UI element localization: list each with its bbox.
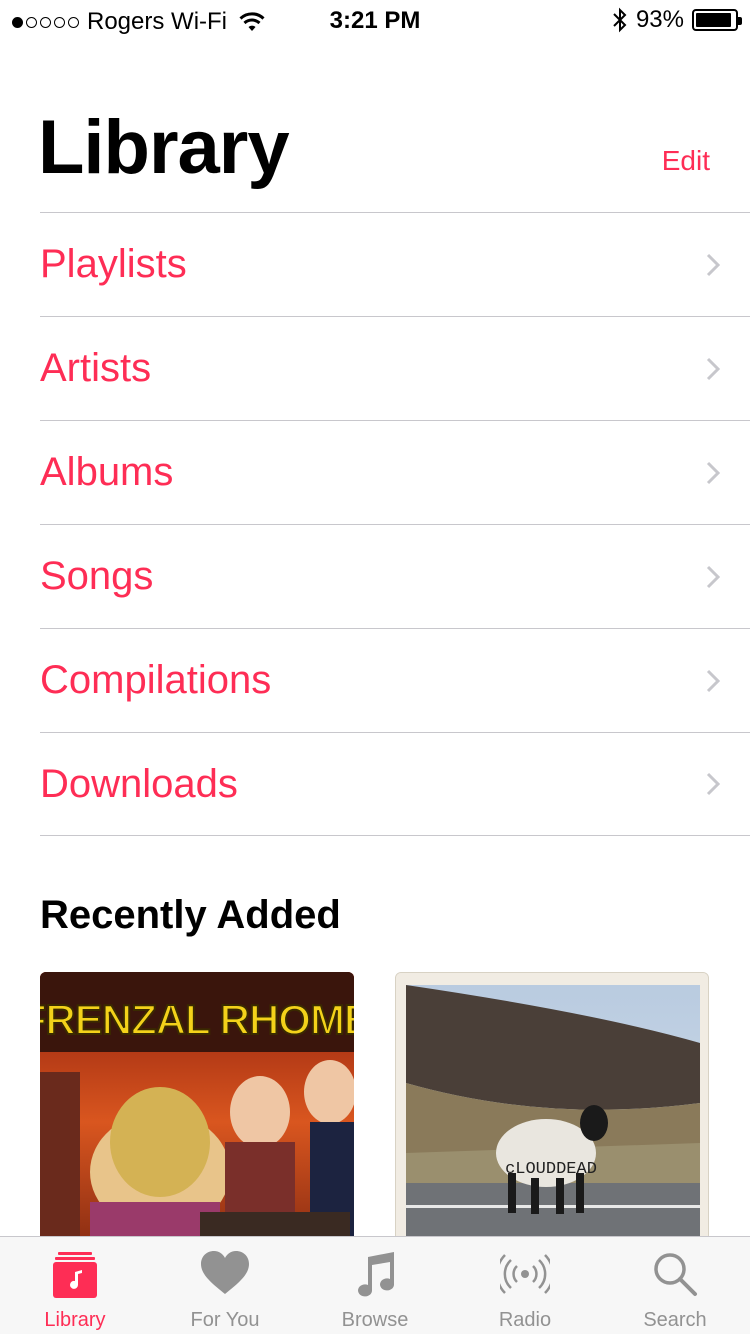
menu-item-artists[interactable]: Artists xyxy=(40,316,750,420)
tab-search[interactable]: Search xyxy=(600,1237,750,1334)
heart-icon xyxy=(201,1251,249,1294)
tab-library[interactable]: Library xyxy=(0,1237,150,1334)
library-menu: Playlists Artists Albums Songs Compilati… xyxy=(40,212,750,836)
menu-item-downloads[interactable]: Downloads xyxy=(40,732,750,836)
recently-added-albums: FRENZAL RHOMB xyxy=(40,972,709,1272)
battery-percent: 93% xyxy=(635,6,684,33)
album-art-frenzal-rhomb: FRENZAL RHOMB xyxy=(40,972,354,1272)
status-bar: Rogers Wi-Fi 3:21 PM 93% xyxy=(0,0,750,40)
tab-label: Radio xyxy=(498,1309,552,1331)
chevron-right-icon xyxy=(706,357,720,380)
edit-button[interactable]: Edit xyxy=(662,145,710,177)
menu-item-compilations[interactable]: Compilations xyxy=(40,628,750,732)
radio-icon xyxy=(500,1254,550,1294)
status-right: 93% xyxy=(612,6,742,34)
tab-label: Search xyxy=(643,1309,707,1331)
tab-label: Library xyxy=(44,1309,106,1331)
album-art-text: FRENZAL RHOMB xyxy=(40,996,354,1043)
tab-browse[interactable]: Browse xyxy=(300,1237,450,1334)
tab-label: For You xyxy=(190,1309,260,1331)
album-art-clouddead: cLOUDDEAD xyxy=(396,973,708,1271)
music-note-icon xyxy=(358,1252,395,1297)
menu-item-label: Playlists xyxy=(40,242,187,286)
library-icon xyxy=(53,1252,97,1298)
chevron-right-icon xyxy=(706,772,720,796)
menu-item-songs[interactable]: Songs xyxy=(40,524,750,628)
album-cover-frenzal-rhomb[interactable]: FRENZAL RHOMB xyxy=(40,972,354,1272)
menu-item-label: Compilations xyxy=(40,658,272,702)
menu-item-albums[interactable]: Albums xyxy=(40,420,750,524)
chevron-right-icon xyxy=(706,565,720,588)
tab-for-you[interactable]: For You xyxy=(150,1237,300,1334)
tab-bar: Library For You Browse Radio Search xyxy=(0,1236,750,1334)
section-title-recently-added: Recently Added xyxy=(40,893,341,937)
album-art-text: cLOUDDEAD xyxy=(505,1160,597,1179)
menu-item-label: Downloads xyxy=(40,761,238,806)
chevron-right-icon xyxy=(706,669,720,692)
album-cover-clouddead[interactable]: cLOUDDEAD xyxy=(395,972,709,1272)
battery-fill xyxy=(696,13,732,27)
bluetooth-icon xyxy=(613,7,627,33)
menu-item-label: Songs xyxy=(40,554,154,598)
menu-item-label: Artists xyxy=(40,346,152,390)
chevron-right-icon xyxy=(706,253,720,276)
chevron-right-icon xyxy=(706,461,720,484)
tab-radio[interactable]: Radio xyxy=(450,1237,600,1334)
battery-icon xyxy=(692,9,742,31)
search-icon xyxy=(654,1253,697,1296)
menu-item-label: Albums xyxy=(40,450,174,494)
page-title: Library xyxy=(38,105,290,190)
menu-item-playlists[interactable]: Playlists xyxy=(40,212,750,316)
tab-label: Browse xyxy=(341,1309,409,1331)
